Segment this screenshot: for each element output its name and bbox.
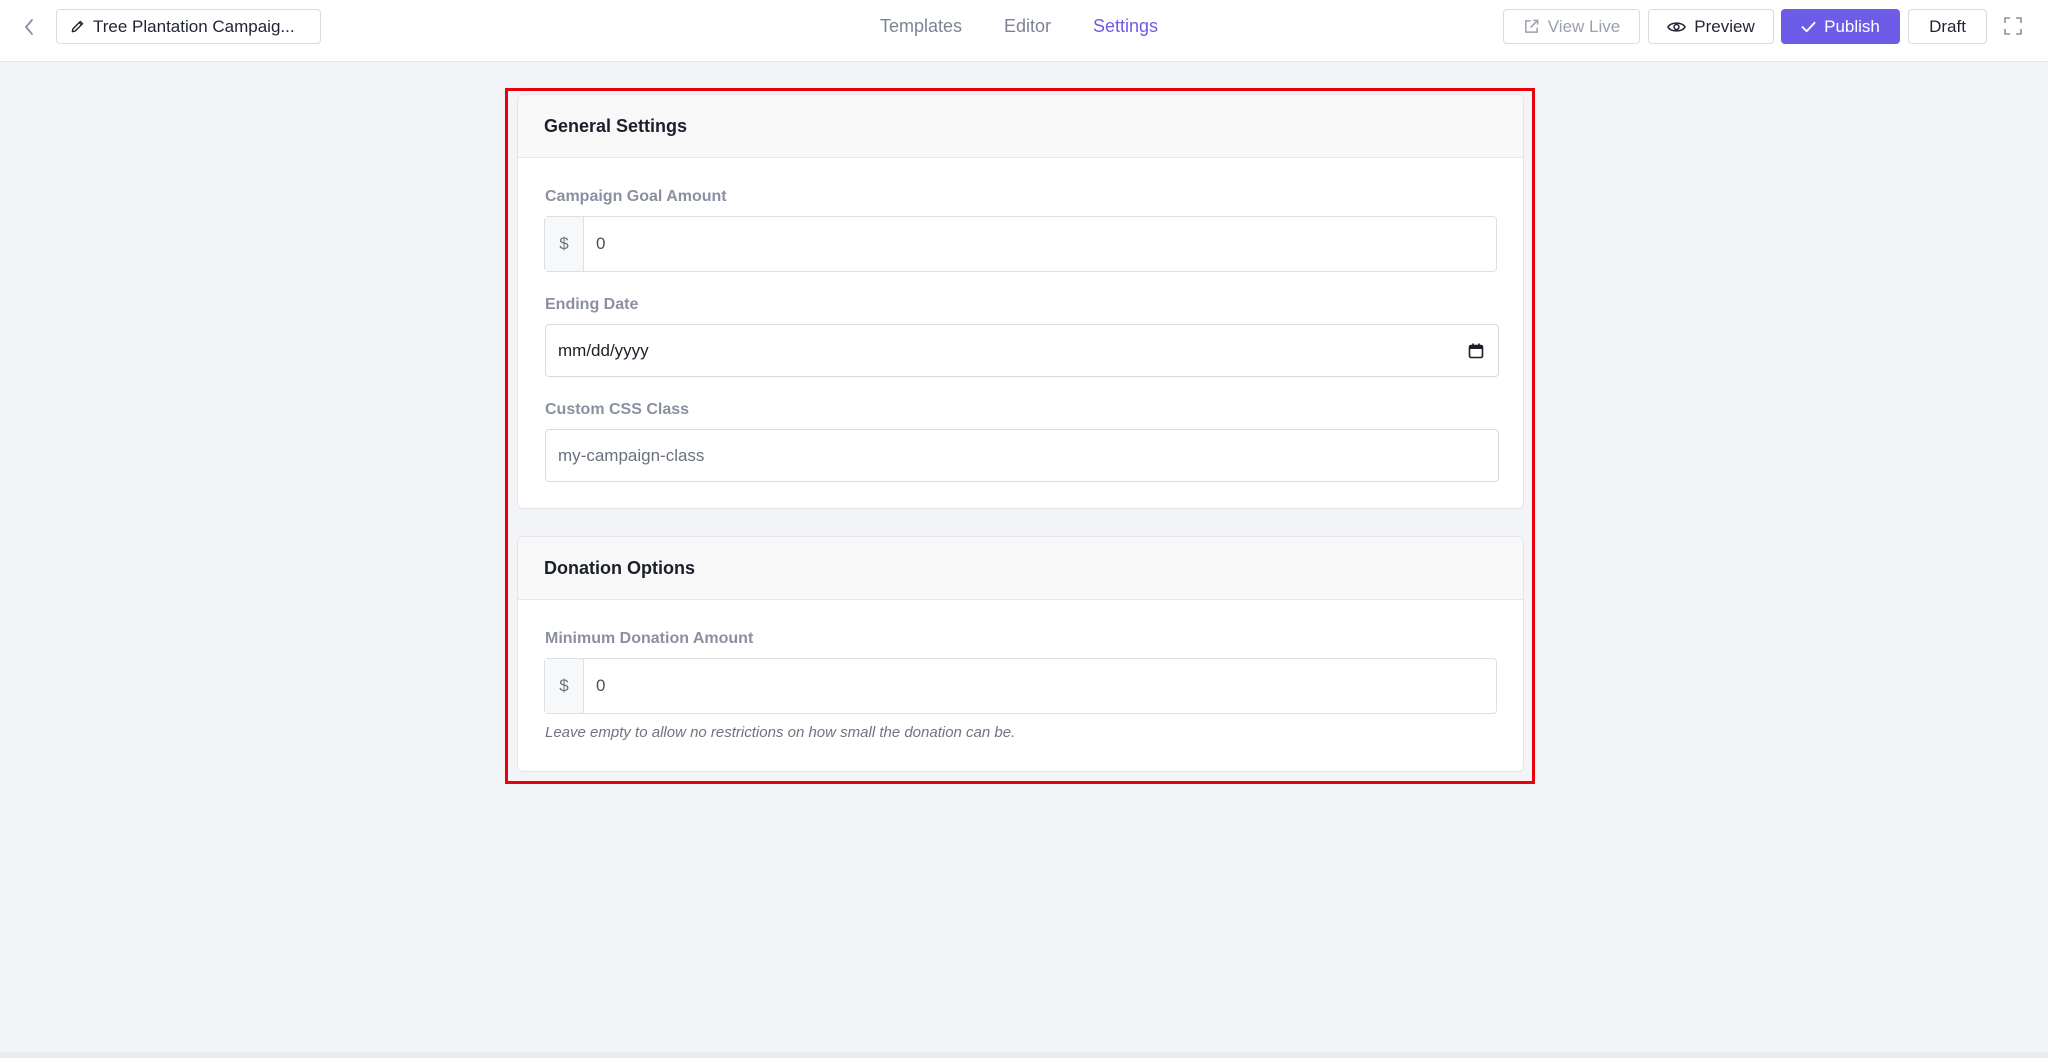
eye-icon (1667, 21, 1687, 32)
donation-options-heading: Donation Options (518, 537, 1523, 600)
pencil-icon (71, 20, 84, 33)
bottom-edge (0, 1052, 2048, 1058)
min-donation-value[interactable]: 0 (584, 659, 1496, 713)
donation-options-card: Donation Options Minimum Donation Amount… (517, 536, 1524, 772)
goal-amount-input[interactable]: $ 0 (544, 216, 1497, 272)
tab-templates[interactable]: Templates (880, 16, 962, 37)
preview-button[interactable]: Preview (1648, 9, 1774, 44)
tab-editor[interactable]: Editor (1004, 16, 1051, 37)
fullscreen-icon (2004, 17, 2022, 35)
css-class-placeholder: my-campaign-class (558, 445, 705, 465)
css-class-input[interactable]: my-campaign-class (545, 429, 1499, 482)
ending-date-input[interactable]: mm/dd/yyyy (545, 324, 1499, 377)
view-live-button[interactable]: View Live (1503, 9, 1640, 44)
publish-button[interactable]: Publish (1781, 9, 1900, 44)
chevron-left-icon (25, 19, 33, 35)
ending-date-value: mm/dd/yyyy (558, 340, 649, 360)
calendar-icon[interactable] (1467, 342, 1485, 360)
preview-label: Preview (1694, 16, 1755, 36)
goal-amount-label: Campaign Goal Amount (545, 188, 727, 205)
top-toolbar: Tree Plantation Campaig... Templates Edi… (0, 0, 2048, 62)
fullscreen-button[interactable] (2003, 16, 2023, 36)
back-button[interactable] (18, 14, 40, 40)
css-class-label: Custom CSS Class (545, 401, 690, 418)
goal-currency-prefix: $ (545, 217, 584, 271)
general-settings-heading: General Settings (518, 95, 1523, 158)
publish-label: Publish (1824, 16, 1880, 36)
min-donation-input[interactable]: $ 0 (544, 658, 1497, 714)
campaign-title-field[interactable]: Tree Plantation Campaig... (56, 9, 321, 44)
external-link-icon (1524, 19, 1539, 33)
goal-amount-value[interactable]: 0 (584, 217, 1496, 271)
view-live-label: View Live (1547, 16, 1621, 36)
check-icon (1801, 21, 1816, 32)
draft-button[interactable]: Draft (1908, 9, 1987, 44)
tab-settings[interactable]: Settings (1093, 16, 1158, 37)
ending-date-label: Ending Date (545, 296, 639, 313)
min-donation-label: Minimum Donation Amount (545, 630, 754, 647)
campaign-title: Tree Plantation Campaig... (93, 16, 295, 36)
general-settings-card: General Settings Campaign Goal Amount $ … (517, 94, 1524, 509)
min-donation-help-text: Leave empty to allow no restrictions on … (545, 724, 1016, 741)
draft-label: Draft (1929, 16, 1966, 36)
min-donation-currency-prefix: $ (545, 659, 584, 713)
